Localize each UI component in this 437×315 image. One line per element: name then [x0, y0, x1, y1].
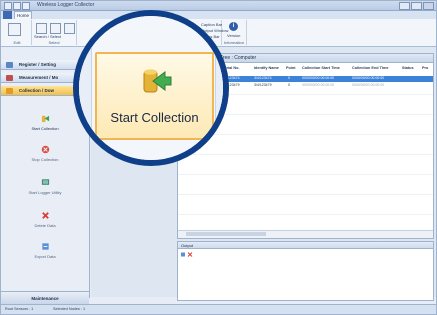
maximize-button[interactable]: [411, 2, 422, 10]
magnified-ribbon: Start Collection: [79, 16, 223, 160]
output-title: Output: [178, 242, 433, 249]
version-label: Version: [227, 33, 241, 38]
window-title: Wireless Logger Collector: [37, 2, 95, 8]
start-collection-label: Start Collection: [31, 126, 59, 131]
cell-collection-start: 0000/00/00 00:00:00: [302, 83, 335, 87]
horizontal-scrollbar[interactable]: [178, 230, 433, 238]
delete-data-icon: [42, 212, 49, 219]
status-root-sensors: Root Sensors : 1: [5, 307, 34, 311]
status-bar: Root Sensors : 1 Selected Nodes : 1: [1, 304, 436, 314]
status-selected-nodes: Selected Nodes : 1: [53, 307, 86, 311]
nav-maintenance[interactable]: Maintenance: [1, 291, 89, 305]
search-select-label: Search / Select: [34, 34, 62, 39]
file-menu-button[interactable]: [3, 11, 12, 19]
search-select-icon[interactable]: [36, 23, 47, 34]
nav-collection-label: Collection / Dow: [19, 88, 55, 93]
magnifier-callout: Start Collection: [73, 10, 229, 166]
cell-identify-name: 3/4/123474: [254, 76, 272, 80]
col-collection-start[interactable]: Collection Start Time: [302, 66, 340, 74]
export-data-label: Export Data: [34, 254, 56, 259]
title-bar: Wireless Logger Collector: [1, 1, 436, 11]
group-label-edit: Edit: [13, 40, 21, 45]
delete-data-label: Delete Data: [34, 223, 56, 228]
ribbon-group-select: Search / Select Select: [32, 20, 77, 45]
register-icon: [6, 62, 13, 68]
nav-start-logger-utility[interactable]: Start Logger Utility: [1, 176, 89, 204]
col-collection-end[interactable]: Collection End Time: [352, 66, 388, 74]
select-all-icon[interactable]: [50, 23, 61, 34]
col-status[interactable]: Status: [402, 66, 414, 74]
start-collection-button[interactable]: Start Collection: [95, 52, 214, 140]
cell-collection-end: 0000/00/00 00:00:00: [352, 83, 385, 87]
quick-save-icon[interactable]: [13, 2, 21, 10]
cell-collection-end: 0000/00/00 00:00:00: [352, 76, 385, 80]
cell-identify-name: 3/4/123479: [254, 83, 272, 87]
cell-point: 0: [288, 83, 290, 87]
quick-undo-icon[interactable]: [22, 2, 30, 10]
output-toolbar-icons[interactable]: [181, 252, 193, 257]
nav-register-label: Register / Setting: [19, 62, 57, 67]
scrollbar-thumb[interactable]: [186, 232, 266, 236]
collection-icon: [6, 88, 13, 94]
output-panel: Output: [177, 241, 434, 301]
cell-collection-start: 0000/00/00 00:00:00: [302, 76, 335, 80]
start-collection-icon: [143, 69, 172, 93]
grid-line: [178, 194, 433, 195]
nav-measurement-label: Measurement / Mo: [19, 75, 59, 80]
grid-line: [178, 174, 433, 175]
close-button[interactable]: [423, 2, 434, 10]
nav-delete-data[interactable]: Delete Data: [1, 209, 89, 237]
checkbox-icon[interactable]: [64, 23, 75, 34]
nav-stop-collection[interactable]: Stop Collection: [1, 143, 89, 171]
paste-icon[interactable]: [8, 23, 21, 36]
nav-maintenance-label: Maintenance: [31, 296, 59, 301]
ribbon-group-edit: Edit: [3, 20, 32, 45]
cell-point: 0: [288, 76, 290, 80]
grid-line: [178, 214, 433, 215]
ribbon-group-information: i Version Information: [222, 20, 247, 45]
version-info-icon[interactable]: i: [229, 22, 238, 31]
group-label-select: Select: [48, 40, 60, 45]
stop-collection-label: Stop Collection: [31, 157, 59, 162]
col-pro[interactable]: Pro: [422, 66, 428, 74]
minimize-button[interactable]: [399, 2, 410, 10]
start-collection-label: Start Collection: [110, 110, 199, 125]
logger-utility-icon: [41, 179, 50, 185]
measurement-icon: [6, 75, 13, 81]
col-identify-name[interactable]: Identify Name: [254, 66, 279, 74]
logger-utility-label: Start Logger Utility: [28, 190, 62, 195]
app-window: Wireless Logger Collector Home Edit Sear…: [0, 0, 437, 315]
start-collection-icon: [41, 115, 50, 123]
app-icon: [4, 2, 12, 10]
group-label-information: Information: [223, 40, 244, 45]
col-point[interactable]: Point: [286, 66, 296, 74]
nav-start-collection[interactable]: Start Collection: [1, 112, 89, 140]
export-data-icon: [42, 243, 49, 250]
nav-export-data[interactable]: Export Data: [1, 240, 89, 268]
stop-collection-icon: [41, 145, 50, 154]
